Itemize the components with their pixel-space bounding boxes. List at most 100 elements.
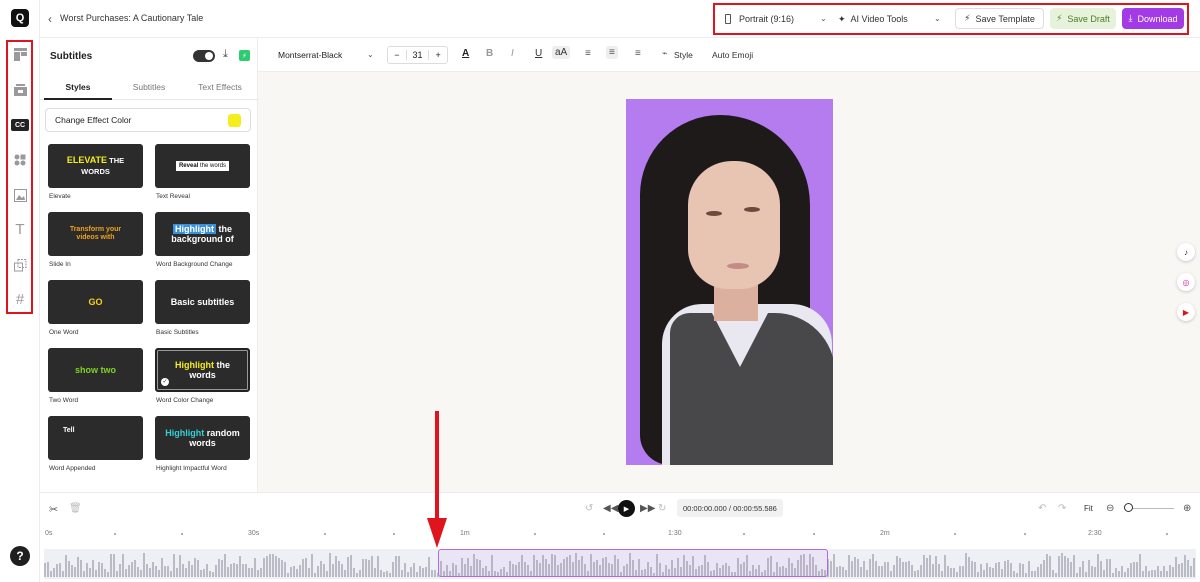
- change-effect-color-button[interactable]: Change Effect Color: [45, 108, 251, 132]
- font-size-value[interactable]: 31: [405, 50, 430, 60]
- tab-subtitles[interactable]: Subtitles: [113, 82, 185, 92]
- video-preview[interactable]: [626, 99, 833, 465]
- save-template-button[interactable]: ⚡ Save Template: [955, 8, 1044, 29]
- effect-color-swatch[interactable]: [228, 114, 241, 127]
- waveform-bar: [434, 570, 436, 577]
- text-icon[interactable]: T: [12, 221, 28, 238]
- undo-icon[interactable]: ↶: [1038, 503, 1046, 514]
- style-card-text-reveal[interactable]: Reveal the words: [155, 144, 250, 188]
- elements-icon[interactable]: [12, 152, 28, 168]
- italic-icon[interactable]: I: [511, 48, 514, 59]
- hashtag-icon[interactable]: #: [12, 291, 28, 308]
- project-title[interactable]: Worst Purchases: A Cautionary Tale: [60, 13, 203, 23]
- waveform-bar: [992, 568, 994, 577]
- waveform-bar: [1154, 570, 1156, 577]
- image-icon[interactable]: [12, 187, 28, 203]
- waveform-bar: [392, 562, 394, 577]
- chevron-down-icon[interactable]: ⌄: [934, 14, 941, 23]
- waveform-bar: [236, 564, 238, 577]
- style-card-word-appended[interactable]: Tell: [48, 416, 143, 460]
- style-card-highlight-impactful-word[interactable]: Highlight random words: [155, 416, 250, 460]
- zoom-slider-handle[interactable]: [1124, 503, 1133, 512]
- waveform-bar: [89, 568, 91, 577]
- waveform-bar: [170, 571, 172, 577]
- redo-icon[interactable]: ↷: [1058, 503, 1066, 514]
- align-left-icon[interactable]: ≡: [585, 48, 591, 59]
- auto-emoji-button[interactable]: Auto Emoji: [712, 50, 753, 60]
- bolt-badge-icon[interactable]: ⚡: [239, 50, 250, 61]
- skip-back-icon[interactable]: ◀◀: [603, 503, 618, 514]
- tab-styles[interactable]: Styles: [42, 82, 114, 92]
- increase-size-button[interactable]: +: [429, 50, 447, 60]
- app-logo[interactable]: Q: [11, 9, 29, 27]
- fit-button[interactable]: Fit: [1084, 504, 1093, 513]
- bold-icon[interactable]: B: [486, 48, 493, 59]
- style-card-elevate[interactable]: ELEVATE THE WORDS: [48, 144, 143, 188]
- style-card-word-color-change[interactable]: Highlight the words ✓: [155, 348, 250, 392]
- subtitles-toggle[interactable]: [193, 50, 215, 62]
- ruler-dot: [324, 533, 326, 535]
- rewind-icon[interactable]: ↺: [585, 503, 593, 514]
- checkmark-icon: ✓: [161, 378, 169, 386]
- scissors-icon[interactable]: ✂: [49, 503, 58, 516]
- back-chevron-icon[interactable]: ‹: [48, 12, 52, 26]
- waveform-bar: [1118, 571, 1120, 577]
- waveform-bar: [899, 558, 901, 577]
- instagram-icon[interactable]: ◎: [1177, 273, 1195, 291]
- skip-forward-icon[interactable]: ▶▶: [640, 503, 655, 514]
- align-center-icon[interactable]: ≡: [606, 46, 618, 59]
- text-color-icon[interactable]: A: [462, 48, 469, 59]
- forward-icon[interactable]: ↻: [658, 503, 666, 514]
- waveform-bar: [53, 568, 55, 577]
- chevron-down-icon[interactable]: ⌄: [820, 14, 827, 23]
- style-card-slide-in[interactable]: Transform your videos with: [48, 212, 143, 256]
- decrease-size-button[interactable]: −: [388, 50, 406, 60]
- waveform-bar: [296, 569, 298, 577]
- text-case-icon[interactable]: aA: [552, 46, 571, 59]
- waveform-bar: [149, 568, 151, 577]
- resize-icon[interactable]: [12, 257, 28, 273]
- tiktok-icon[interactable]: ♪: [1177, 243, 1195, 261]
- chevron-down-icon[interactable]: ⌄: [367, 50, 374, 59]
- waveform-bar: [968, 557, 970, 577]
- download-subtitles-icon[interactable]: ⤓: [223, 48, 228, 61]
- underline-icon[interactable]: U: [535, 48, 542, 59]
- save-draft-button[interactable]: ⚡ Save Draft: [1050, 8, 1116, 29]
- captions-icon[interactable]: CC: [11, 119, 29, 131]
- media-icon[interactable]: [12, 82, 28, 98]
- tab-text-effects[interactable]: Text Effects: [184, 82, 256, 92]
- download-button[interactable]: ⤓ Download: [1122, 8, 1184, 29]
- zoom-out-icon[interactable]: ⊖: [1106, 503, 1114, 514]
- current-time: 00:00:00.000: [683, 503, 727, 513]
- youtube-shorts-icon[interactable]: ▶: [1177, 303, 1195, 321]
- video-person-face: [688, 161, 780, 289]
- zoom-in-icon[interactable]: ⊕: [1183, 503, 1191, 514]
- waveform-bar: [134, 560, 136, 577]
- align-right-icon[interactable]: ≡: [635, 48, 641, 59]
- zoom-slider-track[interactable]: [1128, 508, 1174, 509]
- font-size-stepper[interactable]: − 31 +: [387, 46, 448, 64]
- ai-video-tools-dropdown[interactable]: ✦ AI Video Tools: [838, 9, 948, 29]
- play-button[interactable]: ▶: [618, 500, 635, 517]
- style-card-word-background-change[interactable]: Highlight the background of: [155, 212, 250, 256]
- subtitles-panel: Subtitles ⤓ ⚡ Styles Subtitles Text Effe…: [40, 38, 258, 492]
- waveform-bar: [878, 566, 880, 577]
- waveform-bar: [71, 565, 73, 577]
- video-person-eye: [706, 211, 722, 216]
- style-label: Word Background Change: [156, 261, 233, 268]
- font-family-select[interactable]: Montserrat-Black: [278, 50, 342, 60]
- preview-text: Highlight: [172, 223, 216, 234]
- help-button[interactable]: ?: [10, 546, 30, 566]
- waveform-bar: [836, 567, 838, 577]
- style-button[interactable]: Style: [674, 50, 693, 60]
- style-card-one-word[interactable]: GO: [48, 280, 143, 324]
- style-card-basic-subtitles[interactable]: Basic subtitles: [155, 280, 250, 324]
- layout-icon[interactable]: [12, 46, 28, 62]
- aspect-ratio-dropdown[interactable]: Portrait (9:16): [725, 9, 835, 29]
- style-label: Text Reveal: [156, 193, 190, 200]
- trash-icon[interactable]: 🗑: [69, 503, 82, 514]
- selected-clip-region[interactable]: [438, 549, 828, 577]
- style-card-two-word[interactable]: show two: [48, 348, 143, 392]
- preview-text: ELEVATE: [66, 155, 108, 166]
- waveform-bar: [395, 556, 397, 577]
